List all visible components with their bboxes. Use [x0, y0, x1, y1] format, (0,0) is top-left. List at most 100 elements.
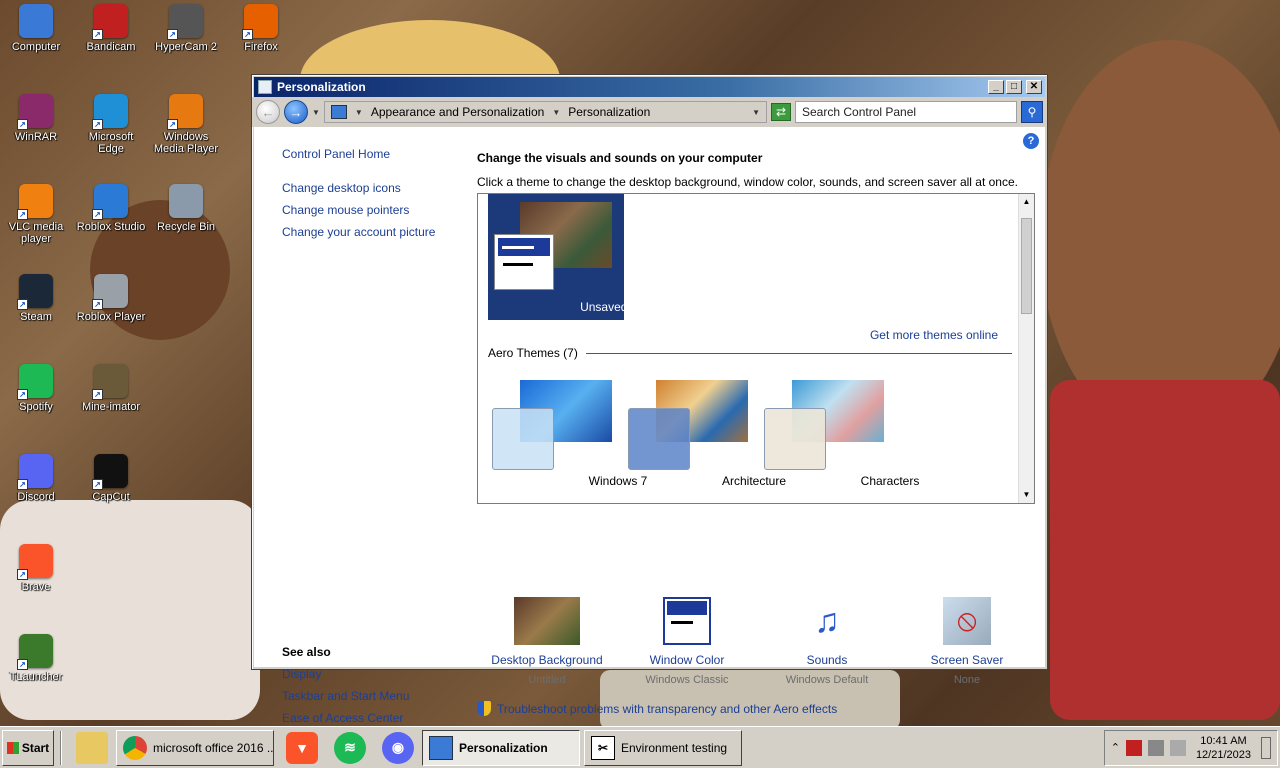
desktop-icon-label: Brave — [21, 581, 51, 593]
scroll-down-icon[interactable]: ▼ — [1019, 487, 1034, 503]
hypercam-icon: ↗ — [167, 4, 203, 40]
scroll-thumb[interactable] — [1021, 218, 1032, 314]
desktop-icon-capcut[interactable]: ↗ CapCut — [75, 454, 147, 503]
security-alert-icon[interactable] — [1125, 739, 1142, 756]
desktop-background-icon — [514, 597, 580, 645]
desktop-icon-wmp[interactable]: ↗ Windows Media Player — [150, 94, 222, 155]
desktop-icon-steam[interactable]: ↗ Steam — [0, 274, 72, 323]
display-link[interactable]: Display — [282, 667, 462, 681]
content-pane: ? Control Panel Home Change desktop icon… — [254, 127, 1045, 725]
desktop-icon-label: Discord — [17, 491, 55, 503]
desktop-icon-brave[interactable]: ↗ Brave — [0, 544, 72, 593]
mine-imator-icon: ↗ — [92, 364, 128, 400]
help-icon[interactable]: ? — [1023, 133, 1039, 149]
search-icon[interactable]: ⚲ — [1021, 101, 1043, 123]
theme-architecture[interactable]: Architecture — [624, 378, 786, 498]
window-glass-preview — [492, 408, 554, 470]
change-account-picture-link[interactable]: Change your account picture — [282, 225, 462, 239]
sounds-link[interactable]: Sounds — [757, 653, 897, 667]
change-desktop-icons-link[interactable]: Change desktop icons — [282, 181, 462, 195]
desktop-background-setting[interactable]: Desktop Background Untitled — [477, 597, 617, 686]
personalization-window: Personalization _ □ ✕ ← → ▼ ▼ Appearance… — [251, 74, 1048, 725]
file-explorer-icon[interactable] — [76, 731, 108, 764]
volume-muted-icon[interactable] — [1169, 739, 1186, 756]
ease-of-access-link[interactable]: Ease of Access Center — [282, 711, 462, 725]
taskbar-personalization[interactable]: Personalization — [422, 729, 580, 766]
recent-pages-dropdown[interactable]: ▼ — [312, 108, 320, 117]
taskbar: Start microsoft office 2016 ... ▼ ≋ ◉ Pe… — [0, 726, 1280, 768]
sounds-setting[interactable]: ♫ Sounds Windows Default — [757, 597, 897, 686]
roblox-player-icon: ↗ — [92, 274, 128, 310]
clock-date: 12/21/2023 — [1195, 748, 1251, 761]
desktop-icon-firefox[interactable]: ↗ Firefox — [225, 4, 297, 53]
screen-saver-setting[interactable]: ⦸ Screen Saver None — [897, 597, 1037, 686]
troubleshoot-link[interactable]: Troubleshoot problems with transparency … — [497, 702, 837, 716]
desktop-icon-vlc[interactable]: ↗ VLC media player — [0, 184, 72, 245]
unsaved-theme[interactable]: Unsaved Theme — [488, 194, 668, 320]
discord-icon: ↗ — [17, 454, 53, 490]
start-button[interactable]: Start — [2, 729, 54, 766]
task-sidebar: Control Panel Home Change desktop icons … — [282, 147, 462, 247]
refresh-button[interactable]: ⇄ — [771, 103, 791, 121]
edge-icon: ↗ — [92, 94, 128, 130]
taskbar-chrome[interactable]: microsoft office 2016 ... — [116, 729, 274, 766]
show-hidden-icons-icon[interactable]: ⌃ — [1111, 741, 1120, 754]
theme-characters[interactable]: Characters — [760, 378, 919, 498]
desktop-icon-discord[interactable]: ↗ Discord — [0, 454, 72, 503]
desktop-icon-winrar[interactable]: ↗ WinRAR — [0, 94, 72, 143]
address-dropdown[interactable]: ▼ — [752, 108, 760, 117]
clock[interactable]: 10:41 AM 12/21/2023 — [1192, 734, 1255, 762]
winrar-icon: ↗ — [17, 94, 53, 130]
roblox-studio-icon: ↗ — [92, 184, 128, 220]
page-heading: Change the visuals and sounds on your co… — [477, 151, 763, 165]
close-button[interactable]: ✕ — [1026, 80, 1042, 94]
theme-label: Characters — [860, 474, 920, 488]
scroll-up-icon[interactable]: ▲ — [1019, 194, 1034, 210]
back-button[interactable]: ← — [256, 100, 280, 124]
theme-windows-7[interactable]: Windows 7 — [488, 378, 647, 498]
desktop-background-link[interactable]: Desktop Background — [477, 653, 617, 667]
address-field[interactable]: ▼ Appearance and Personalization ▼ Perso… — [323, 101, 767, 123]
control-panel-home-link[interactable]: Control Panel Home — [282, 147, 462, 161]
screen-saver-value: None — [953, 674, 981, 686]
desktop-icon-computer[interactable]: Computer — [0, 4, 72, 53]
spotify-icon[interactable]: ≋ — [334, 731, 366, 764]
get-more-themes-link[interactable]: Get more themes online — [870, 328, 998, 342]
breadcrumb-appearance[interactable]: Appearance and Personalization — [371, 105, 544, 119]
minimize-button[interactable]: _ — [988, 80, 1004, 94]
network-icon[interactable] — [1147, 739, 1164, 756]
window-color-setting[interactable]: Window Color Windows Classic — [617, 597, 757, 686]
desktop-icon-mine-imator[interactable]: ↗ Mine-imator — [75, 364, 147, 413]
computer-icon — [19, 4, 53, 38]
desktop-icon-roblox-player[interactable]: ↗ Roblox Player — [75, 274, 147, 323]
discord-icon[interactable]: ◉ — [382, 731, 414, 764]
theme-list-scrollbar[interactable]: ▲ ▼ — [1018, 194, 1034, 503]
desktop-icon-roblox-studio[interactable]: ↗ Roblox Studio — [75, 184, 147, 233]
window-color-link[interactable]: Window Color — [617, 653, 757, 667]
chevron-down-icon[interactable]: ▼ — [355, 108, 363, 117]
show-desktop-button[interactable] — [1261, 736, 1271, 759]
screen-saver-link[interactable]: Screen Saver — [897, 653, 1037, 667]
title-bar[interactable]: Personalization _ □ ✕ — [254, 77, 1045, 97]
steam-icon: ↗ — [17, 274, 53, 310]
search-input[interactable]: Search Control Panel — [795, 101, 1017, 123]
chevron-down-icon[interactable]: ▼ — [552, 108, 560, 117]
desktop-icon-hypercam[interactable]: ↗ HyperCam 2 — [150, 4, 222, 53]
taskbar-start-menu-link[interactable]: Taskbar and Start Menu — [282, 689, 462, 703]
breadcrumb-personalization[interactable]: Personalization — [568, 105, 650, 119]
brave-icon[interactable]: ▼ — [286, 731, 318, 764]
desktop-icon-label: CapCut — [92, 491, 130, 503]
clock-time: 10:41 AM — [1200, 734, 1247, 747]
desktop-icon-label: Microsoft Edge — [88, 131, 134, 155]
desktop-icon-recycle-bin[interactable]: Recycle Bin — [150, 184, 222, 233]
desktop-icon-tlauncher[interactable]: ↗ TLauncher — [0, 634, 72, 683]
desktop-icon-bandicam[interactable]: ↗ Bandicam — [75, 4, 147, 53]
theme-list[interactable]: Unsaved Theme Get more themes online Aer… — [477, 193, 1035, 504]
desktop-icon-label: Bandicam — [86, 41, 136, 53]
maximize-button[interactable]: □ — [1006, 80, 1022, 94]
desktop-icon-edge[interactable]: ↗ Microsoft Edge — [75, 94, 147, 155]
forward-button[interactable]: → — [284, 100, 308, 124]
desktop-icon-spotify[interactable]: ↗ Spotify — [0, 364, 72, 413]
change-mouse-pointers-link[interactable]: Change mouse pointers — [282, 203, 462, 217]
taskbar-capcut[interactable]: ✂ Environment testing — [584, 729, 742, 766]
